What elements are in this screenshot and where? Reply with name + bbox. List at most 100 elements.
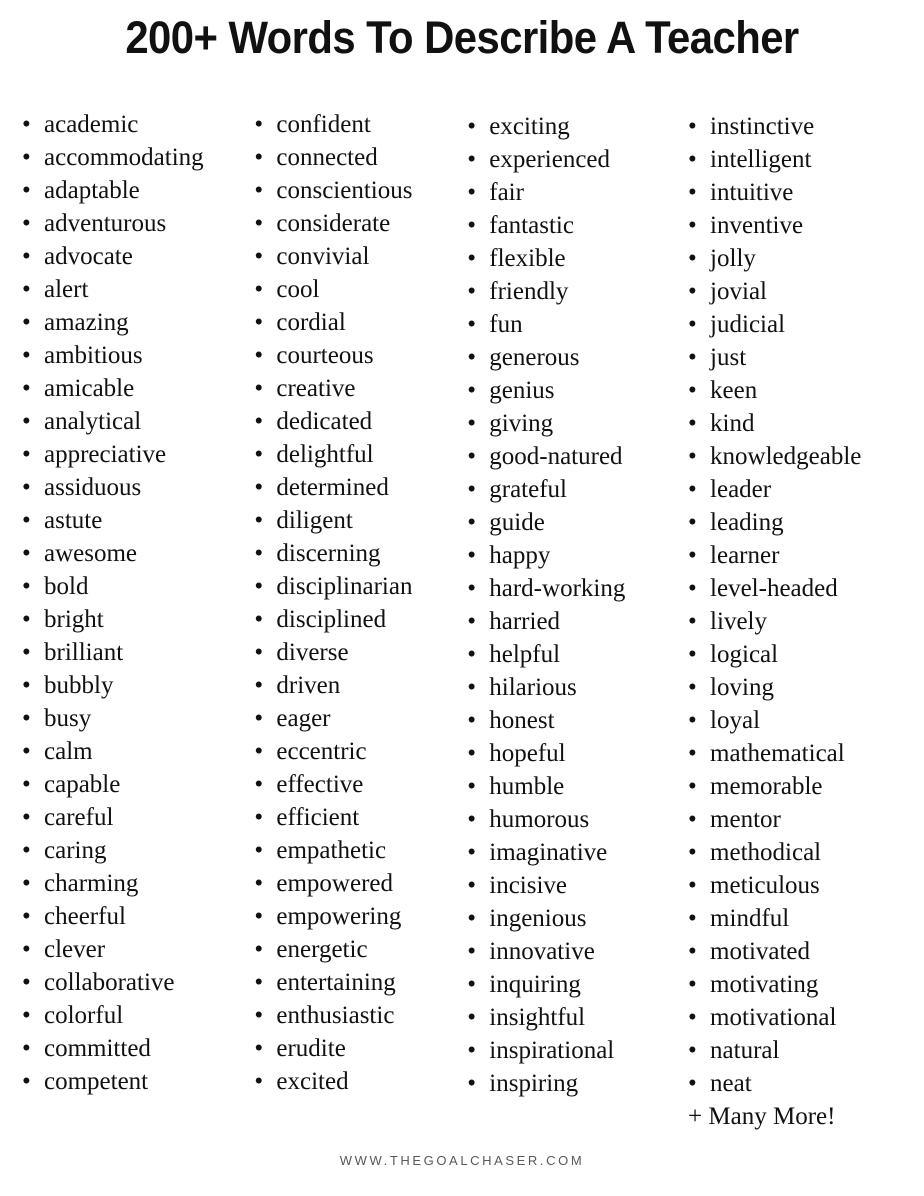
bullet-icon: •	[688, 872, 697, 899]
list-item-label: intuitive	[710, 179, 794, 206]
bullet-icon: •	[254, 969, 264, 996]
many-more-note: + Many More!	[688, 1103, 836, 1130]
list-item-label: cool	[276, 276, 320, 303]
bullet-icon: •	[467, 542, 477, 569]
bullet-icon: •	[254, 837, 264, 864]
list-item-label: empathetic	[276, 837, 387, 864]
list-item: • charming	[14, 867, 240, 900]
list-item-label: creative	[276, 375, 356, 402]
bullet-icon: •	[467, 410, 477, 437]
bullet-icon: •	[254, 210, 264, 237]
list-item-label: happy	[489, 542, 551, 569]
bullet-icon: •	[688, 773, 697, 800]
bullet-icon: •	[254, 672, 264, 699]
list-item-label: diligent	[276, 507, 353, 534]
bullet-icon: •	[688, 377, 697, 404]
list-item: • innovative	[459, 935, 670, 968]
list-item: • jovial	[680, 275, 924, 308]
list-item-label: inventive	[710, 212, 804, 239]
bullet-icon: •	[254, 375, 264, 402]
list-item: • humble	[459, 770, 670, 803]
list-item-label: academic	[44, 111, 139, 138]
list-item: • lively	[680, 605, 924, 638]
list-item: • keen	[680, 374, 924, 407]
bullet-icon: •	[22, 870, 31, 897]
bullet-icon: •	[22, 573, 31, 600]
list-item-label: guide	[489, 509, 545, 536]
list-item: • cordial	[246, 306, 453, 339]
bullet-icon: •	[688, 674, 697, 701]
bullet-icon: •	[688, 113, 697, 140]
list-item: • cheerful	[14, 900, 240, 933]
list-item-label: connected	[276, 144, 378, 171]
list-item: • advocate	[14, 240, 240, 273]
list-item: • ambitious	[14, 339, 240, 372]
list-item: • motivational	[680, 1001, 924, 1034]
bullet-icon: •	[467, 1004, 477, 1031]
list-item: • hilarious	[459, 671, 670, 704]
bullet-icon: •	[467, 905, 477, 932]
page-title: 200+ Words To Describe A Teacher	[125, 12, 799, 63]
list-item: • imaginative	[459, 836, 670, 869]
list-item-label: collaborative	[44, 969, 175, 996]
list-item-label: insightful	[489, 1004, 586, 1031]
bullet-icon: •	[688, 344, 697, 371]
bullet-icon: •	[22, 738, 31, 765]
list-item-label: humble	[489, 773, 565, 800]
list-item-label: excited	[276, 1068, 349, 1095]
list-item: • happy	[459, 539, 670, 572]
bullet-icon: •	[254, 903, 264, 930]
bullet-icon: •	[22, 1035, 31, 1062]
bullet-icon: •	[467, 608, 477, 635]
list-item: • motivated	[680, 935, 924, 968]
list-item: • convivial	[246, 240, 453, 273]
bullet-icon: •	[467, 443, 477, 470]
list-item-label: motivated	[710, 938, 811, 965]
bullet-icon: •	[22, 177, 31, 204]
bullet-icon: •	[254, 573, 264, 600]
list-item-label: good-natured	[489, 443, 623, 470]
bullet-icon: •	[22, 936, 31, 963]
list-item: • alert	[14, 273, 240, 306]
list-item: • just	[680, 341, 924, 374]
list-item: • fun	[459, 308, 670, 341]
bullet-icon: •	[254, 771, 264, 798]
bullet-icon: •	[467, 509, 477, 536]
bullet-icon: •	[254, 1002, 264, 1029]
list-item-label: ingenious	[489, 905, 587, 932]
list-item: • inquiring	[459, 968, 670, 1001]
list-item: • humorous	[459, 803, 670, 836]
list-item: • amazing	[14, 306, 240, 339]
list-item-label: confident	[276, 111, 371, 138]
list-item: • confident	[246, 108, 453, 141]
list-item-label: courteous	[276, 342, 374, 369]
list-item: • intelligent	[680, 143, 924, 176]
list-item: • good-natured	[459, 440, 670, 473]
list-item-label: friendly	[489, 278, 569, 305]
bullet-icon: •	[254, 540, 264, 567]
list-item: • inspirational	[459, 1034, 670, 1067]
bullet-icon: •	[254, 144, 264, 171]
list-item-label: hilarious	[489, 674, 577, 701]
bullet-icon: •	[22, 705, 31, 732]
list-item-label: jovial	[710, 278, 767, 305]
bullet-icon: •	[467, 311, 477, 338]
list-item: • appreciative	[14, 438, 240, 471]
poster-page: 200+ Words To Describe A Teacher • academ…	[0, 0, 924, 1196]
bullet-icon: •	[688, 443, 697, 470]
list-item: • competent	[14, 1065, 240, 1098]
list-item-label: keen	[710, 377, 758, 404]
list-item: • discerning	[246, 537, 453, 570]
list-item-label: caring	[44, 837, 107, 864]
list-item: • instinctive	[680, 110, 924, 143]
bullet-icon: •	[467, 971, 477, 998]
list-item: • mathematical	[680, 737, 924, 770]
bullet-icon: •	[467, 674, 477, 701]
list-item-label: humorous	[489, 806, 590, 833]
list-item: • energetic	[246, 933, 453, 966]
bullet-icon: •	[22, 507, 31, 534]
list-item: • insightful	[459, 1001, 670, 1034]
list-item: • exciting	[459, 110, 670, 143]
list-item: • guide	[459, 506, 670, 539]
list-item-label: imaginative	[489, 839, 608, 866]
